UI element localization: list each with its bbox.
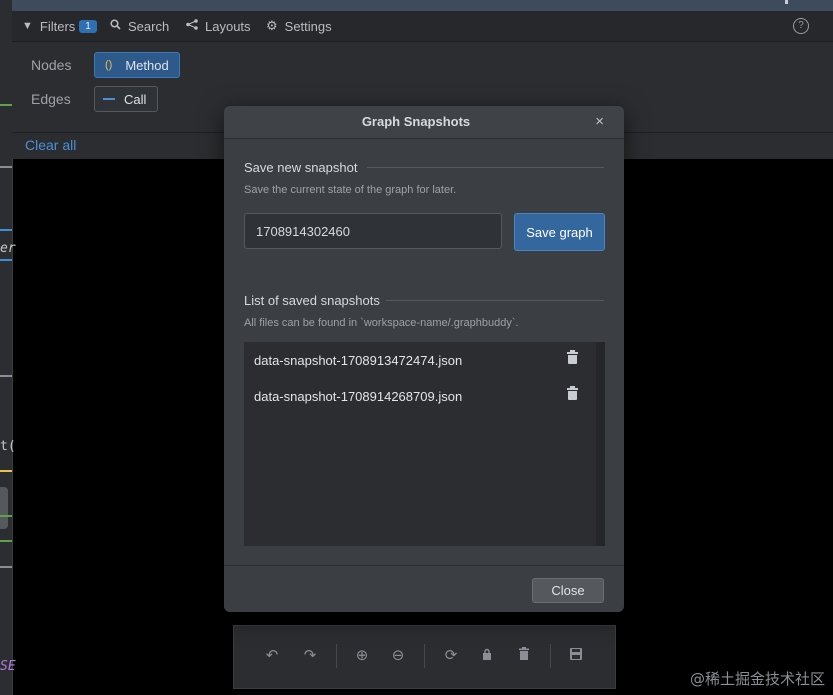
help-icon[interactable]: ? <box>793 18 809 34</box>
gear-icon: ⚙ <box>266 18 278 33</box>
section-divider <box>367 167 604 168</box>
top-strip <box>12 0 833 11</box>
nodes-label: Nodes <box>31 57 72 73</box>
save-graph-button[interactable]: Save graph <box>514 213 605 251</box>
gutter-marker <box>0 375 12 377</box>
layouts-icon <box>186 19 198 33</box>
list-section-title: List of saved snapshots <box>244 293 380 308</box>
tab-settings[interactable]: ⚙ Settings <box>266 11 332 41</box>
list-scrollbar[interactable] <box>596 342 605 546</box>
gutter-code-snippet: SE <box>0 659 16 674</box>
gutter-code-snippet: t( <box>0 439 16 454</box>
gutter-code-snippet: er <box>0 241 16 256</box>
gutter-marker <box>0 104 12 106</box>
node-filter-method[interactable]: () Method <box>94 52 180 78</box>
save-section-subtitle: Save the current state of the graph for … <box>244 184 457 196</box>
redo-icon[interactable]: ↷ <box>300 646 320 666</box>
gutter-marker <box>0 259 12 261</box>
snapshot-filename: data-snapshot-1708914268709.json <box>254 388 463 404</box>
list-section-subtitle: All files can be found in `workspace-nam… <box>244 317 519 329</box>
snapshot-name-input[interactable] <box>244 213 502 249</box>
chip-label: Method <box>125 57 169 73</box>
tab-bar: ▼ Filters 1 Search Layouts ⚙ Settings ? <box>12 11 833 42</box>
close-button[interactable]: Close <box>532 578 604 603</box>
undo-icon[interactable]: ↶ <box>262 646 282 666</box>
list-item[interactable]: data-snapshot-1708914268709.json <box>244 378 596 414</box>
tab-layouts[interactable]: Layouts <box>186 11 251 41</box>
dashed-edge-icon <box>103 98 115 100</box>
tab-label: Filters <box>39 18 76 34</box>
gutter-marker <box>0 166 12 168</box>
tab-label: Layouts <box>205 18 251 34</box>
zoom-out-icon[interactable]: ⊖ <box>388 646 408 666</box>
close-icon[interactable]: × <box>595 113 604 130</box>
gutter-button[interactable] <box>0 487 8 529</box>
section-divider <box>386 300 604 301</box>
save-icon[interactable] <box>566 646 586 666</box>
dialog-title: Graph Snapshots <box>361 114 471 129</box>
dialog-header: Graph Snapshots × <box>224 106 624 139</box>
filter-count-badge: 1 <box>79 19 97 33</box>
filter-icon: ▼ <box>22 20 33 32</box>
dialog-footer: Close <box>224 565 624 612</box>
edges-label: Edges <box>31 91 71 107</box>
refresh-icon[interactable]: ⟳ <box>441 646 461 666</box>
gutter-marker <box>0 566 12 568</box>
gutter-marker <box>0 229 12 231</box>
lock-icon[interactable] <box>477 646 497 666</box>
gutter-marker <box>0 540 12 542</box>
search-icon <box>110 19 121 33</box>
trash-icon[interactable] <box>567 386 578 400</box>
edge-filter-call[interactable]: Call <box>94 86 158 112</box>
graph-snapshots-dialog: Graph Snapshots × Save new snapshot Save… <box>224 106 624 612</box>
snapshot-filename: data-snapshot-1708913472474.json <box>254 352 463 368</box>
trash-icon[interactable] <box>567 350 578 364</box>
tab-label: Search <box>128 18 170 34</box>
clear-all-link[interactable]: Clear all <box>25 137 76 153</box>
gutter-marker <box>0 470 12 472</box>
watermark: @稀土掘金技术社区 <box>689 670 825 688</box>
gutter-marker <box>0 515 12 517</box>
tab-filters[interactable]: ▼ Filters 1 <box>22 11 97 41</box>
toolbar-divider <box>336 644 337 668</box>
save-section-title: Save new snapshot <box>244 160 358 175</box>
trash-icon[interactable] <box>514 646 534 666</box>
graph-toolbar: ↶ ↷ ⊕ ⊖ ⟳ <box>233 625 616 689</box>
top-strip-marker <box>785 0 788 4</box>
zoom-in-icon[interactable]: ⊕ <box>352 646 372 666</box>
snapshot-list: data-snapshot-1708913472474.json data-sn… <box>244 342 605 546</box>
tab-search[interactable]: Search <box>110 11 169 41</box>
toolbar-divider <box>424 644 425 668</box>
tab-label: Settings <box>284 18 332 34</box>
toolbar-divider <box>550 644 551 668</box>
list-item[interactable]: data-snapshot-1708913472474.json <box>244 342 596 378</box>
chip-label: Call <box>124 91 147 107</box>
method-icon: () <box>105 59 113 71</box>
